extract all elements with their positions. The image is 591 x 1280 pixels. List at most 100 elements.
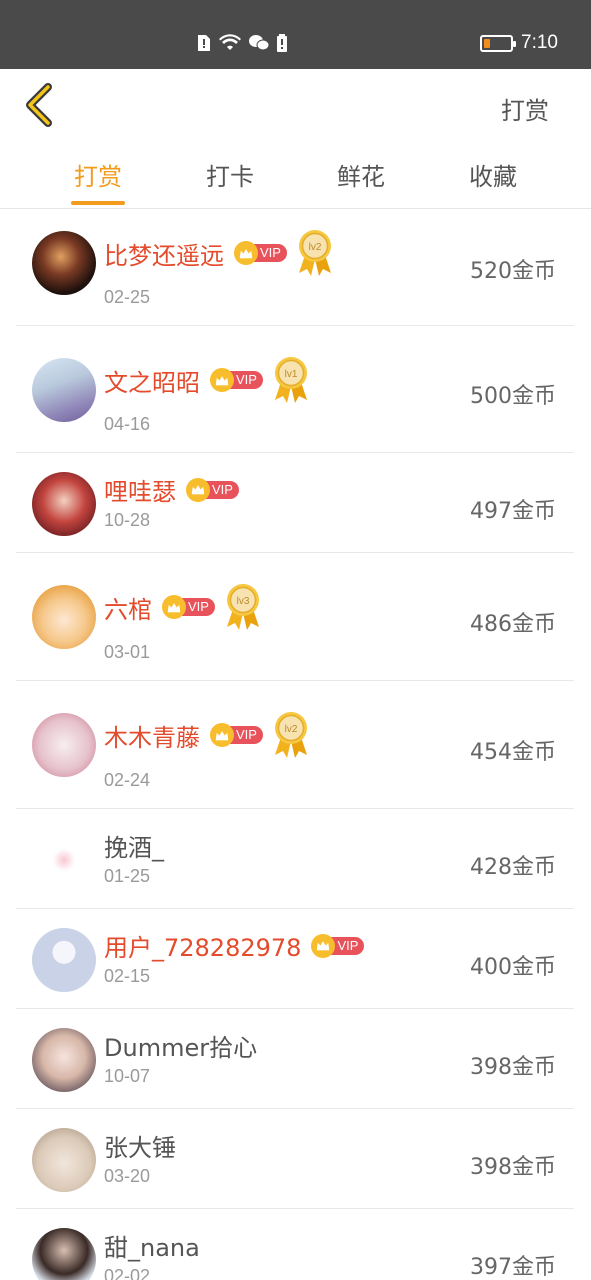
avatar[interactable] [32, 713, 96, 777]
user-name[interactable]: 张大锤 [104, 1128, 176, 1163]
reward-amount: 520金币 [470, 259, 556, 284]
tab-favorites[interactable]: 收藏 [453, 157, 533, 207]
reward-row[interactable]: 张大锤 03-20 398金币 [16, 1109, 574, 1209]
avatar[interactable] [32, 928, 96, 992]
name-line: 文之昭昭 VIP lv1 [104, 356, 311, 404]
tab-checkin[interactable]: 打卡 [190, 157, 270, 207]
reward-amount: 500金币 [470, 384, 556, 409]
medal-icon: lv2 [295, 229, 335, 277]
reward-date: 10-28 [104, 510, 151, 530]
reward-amount: 398金币 [470, 1055, 556, 1080]
battery-level [484, 38, 491, 48]
vip-badge: VIP [234, 241, 287, 265]
reward-date: 04-16 [104, 414, 151, 434]
avatar[interactable] [32, 1128, 96, 1192]
name-line: 张大锤 [104, 1128, 176, 1163]
reward-row[interactable]: Dummer拾心 10-07 398金币 [16, 1009, 574, 1109]
name-line: 挽酒_ [104, 828, 164, 863]
reward-date: 03-20 [104, 1166, 151, 1186]
reward-row[interactable]: 用户_728282978 VIP 02-15 400金币 [16, 909, 574, 1009]
medal-icon: lv1 [271, 356, 311, 404]
status-time: 7:10 [521, 32, 558, 53]
medal-icon: lv2 [271, 711, 311, 759]
battery-icon [480, 34, 517, 52]
reward-row[interactable]: 哩哇瑟 VIP 10-28 497金币 [16, 453, 574, 553]
reward-amount: 428金币 [470, 855, 556, 880]
reward-list: 比梦还遥远 VIP lv2 02-25 520金币文之昭昭 VIP lv1 04-16… [16, 209, 574, 1280]
back-chevron-icon [26, 83, 52, 127]
header: 打赏 [0, 69, 591, 141]
tab-bar: 打赏 打卡 鲜花 收藏 [0, 141, 591, 209]
tab-reward[interactable]: 打赏 [58, 157, 138, 207]
user-name[interactable]: 用户_728282978 [104, 928, 301, 963]
crown-icon [210, 368, 234, 392]
status-bar: 7:10 [0, 0, 591, 69]
tab-flowers[interactable]: 鲜花 [321, 157, 401, 207]
user-name[interactable]: 比梦还遥远 [104, 236, 224, 271]
vip-badge: VIP [162, 595, 215, 619]
user-name[interactable]: 挽酒_ [104, 828, 164, 863]
vip-badge: VIP [186, 477, 239, 502]
name-line: Dummer拾心 [104, 1028, 257, 1063]
reward-row[interactable]: 甜_nana 02-02 397金币 [16, 1209, 574, 1280]
svg-text:lv2: lv2 [309, 242, 322, 253]
reward-row[interactable]: 文之昭昭 VIP lv1 04-16 500金币 [16, 326, 574, 453]
reward-date: 02-02 [104, 1266, 151, 1280]
reward-date: 03-01 [104, 642, 151, 662]
avatar[interactable] [32, 828, 96, 892]
name-line: 甜_nana [104, 1228, 200, 1263]
crown-icon [162, 595, 186, 619]
crown-icon [210, 723, 234, 747]
reward-row[interactable]: 挽酒_ 01-25 428金币 [16, 809, 574, 909]
status-icons [196, 33, 288, 53]
reward-amount: 398金币 [470, 1155, 556, 1180]
svg-text:lv2: lv2 [285, 724, 298, 735]
vip-badge: VIP [311, 933, 365, 958]
user-name[interactable]: 甜_nana [104, 1228, 200, 1263]
name-line: 木木青藤 VIP lv2 [104, 711, 311, 759]
battery-alert-icon [277, 34, 287, 52]
user-name[interactable]: 六棺 [104, 590, 152, 625]
crown-icon [186, 477, 210, 502]
vip-badge: VIP [210, 368, 263, 392]
avatar[interactable] [32, 231, 96, 295]
vip-badge: VIP [210, 723, 263, 747]
reward-action-button[interactable]: 打赏 [501, 91, 549, 126]
reward-row[interactable]: 比梦还遥远 VIP lv2 02-25 520金币 [16, 209, 574, 326]
reward-row[interactable]: 六棺 VIP lv3 03-01 486金币 [16, 553, 574, 681]
reward-amount: 397金币 [470, 1255, 556, 1280]
reward-amount: 400金币 [470, 955, 556, 980]
avatar[interactable] [32, 358, 96, 422]
reward-amount: 486金币 [470, 612, 556, 637]
name-line: 六棺 VIP lv3 [104, 583, 263, 631]
avatar[interactable] [32, 1028, 96, 1092]
active-tab-indicator [71, 201, 125, 205]
medal-icon: lv3 [223, 583, 263, 631]
name-line: 比梦还遥远 VIP lv2 [104, 229, 335, 277]
user-name[interactable]: 木木青藤 [104, 718, 200, 753]
reward-date: 10-07 [104, 1066, 151, 1086]
avatar[interactable] [32, 472, 96, 536]
avatar[interactable] [32, 585, 96, 649]
reward-date: 02-25 [104, 287, 151, 307]
user-name[interactable]: Dummer拾心 [104, 1028, 257, 1063]
crown-icon [234, 241, 258, 265]
svg-text:lv3: lv3 [237, 596, 250, 607]
name-line: 用户_728282978 VIP [104, 928, 365, 963]
user-name[interactable]: 哩哇瑟 [104, 472, 176, 507]
name-line: 哩哇瑟 VIP [104, 472, 239, 507]
status-right: 7:10 [480, 32, 558, 54]
reward-amount: 454金币 [470, 740, 556, 765]
reward-date: 02-24 [104, 770, 151, 790]
svg-text:lv1: lv1 [285, 369, 298, 380]
avatar[interactable] [32, 1228, 96, 1280]
back-button[interactable] [22, 83, 58, 127]
reward-date: 02-15 [104, 966, 151, 986]
reward-amount: 497金币 [470, 499, 556, 524]
user-name[interactable]: 文之昭昭 [104, 363, 200, 398]
wechat-icon [249, 35, 270, 51]
reward-row[interactable]: 木木青藤 VIP lv2 02-24 454金币 [16, 681, 574, 809]
reward-date: 01-25 [104, 866, 151, 886]
sim-alert-icon [198, 35, 210, 51]
crown-icon [311, 933, 336, 958]
